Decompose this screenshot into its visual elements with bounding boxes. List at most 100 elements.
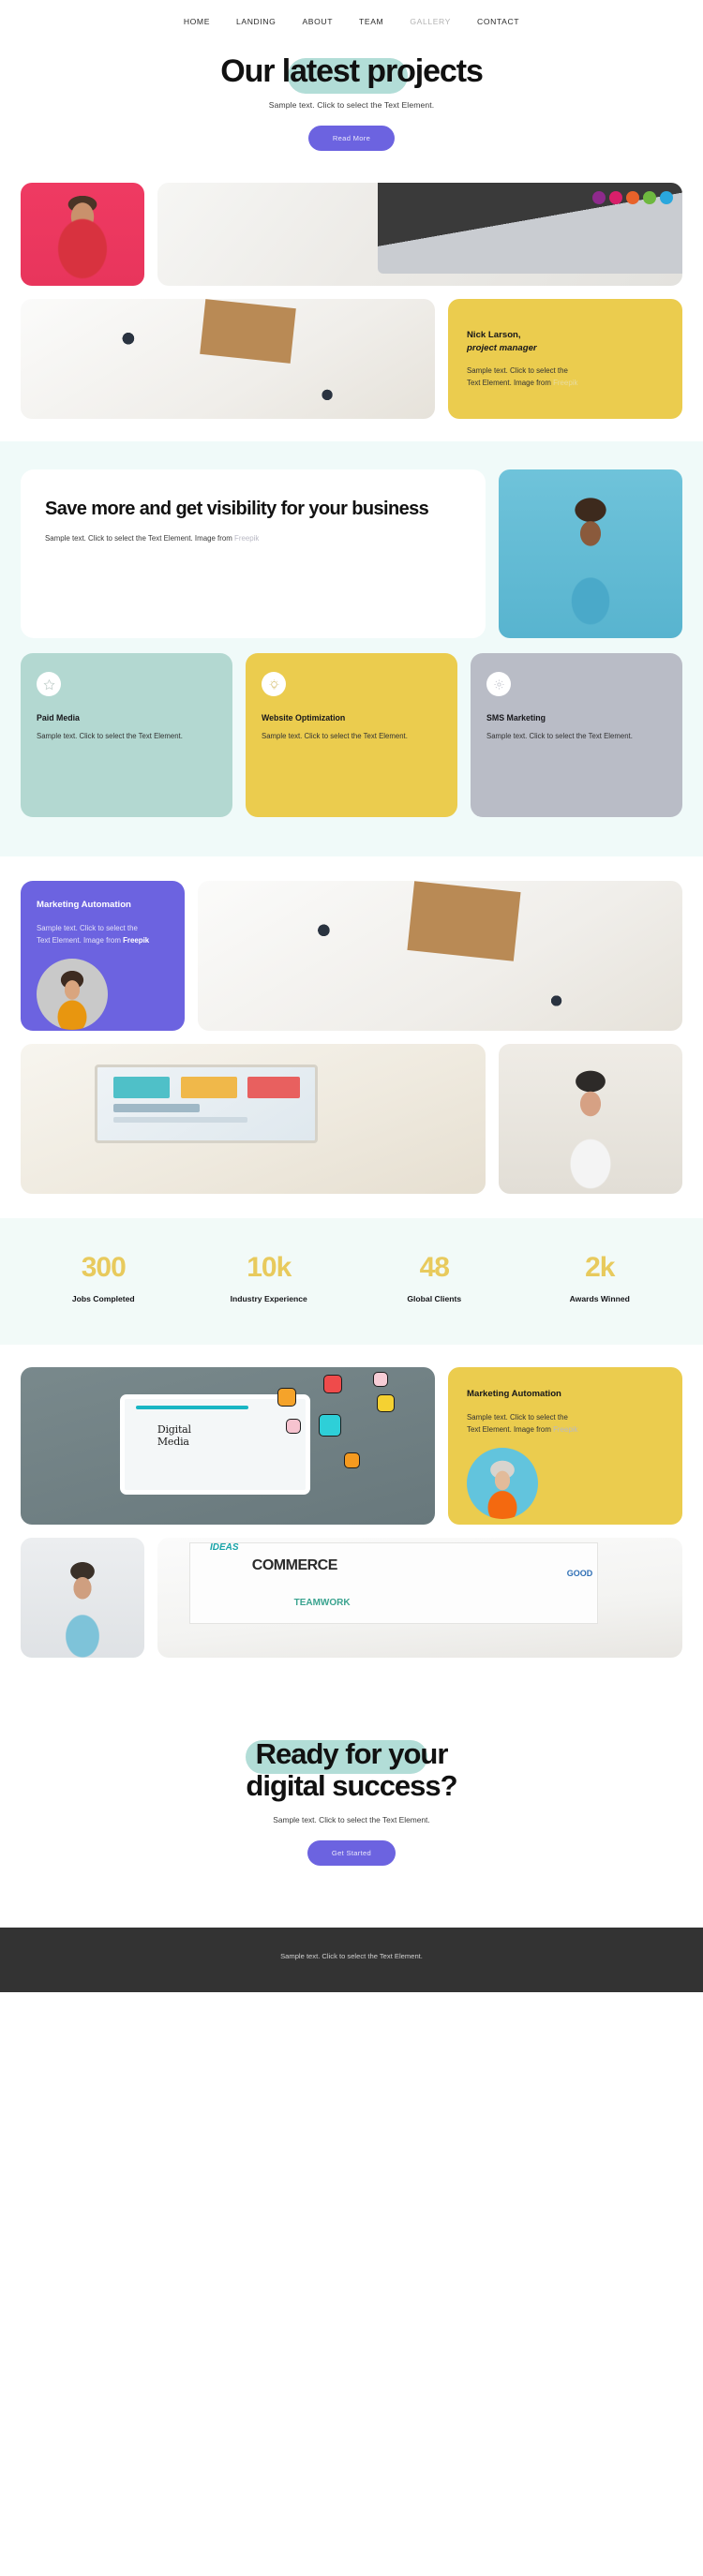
main-navigation: HOME LANDING ABOUT TEAM GALLERY CONTACT: [0, 0, 703, 43]
read-more-button[interactable]: Read More: [307, 126, 396, 152]
nav-item-team[interactable]: TEAM: [359, 17, 383, 26]
lightbulb-icon: [262, 672, 286, 697]
app-icon-pen: [285, 1419, 301, 1435]
automation-title: Marketing Automation: [37, 900, 131, 911]
automation-card-yellow[interactable]: Marketing Automation Sample text. Click …: [448, 1367, 682, 1526]
automation-image-woman[interactable]: [499, 1044, 682, 1195]
service-card-website-optimization[interactable]: Website Optimization Sample text. Click …: [246, 653, 457, 818]
stat-value: 10k: [247, 1252, 292, 1284]
stat-value: 300: [81, 1252, 127, 1284]
digital-image-whiteboard[interactable]: IDEAS COMMERCE TEAMWORK GOOD: [157, 1538, 682, 1659]
avatar: [467, 1447, 538, 1519]
tablet-caption: Digital Media: [157, 1422, 191, 1448]
service-title: Website Optimization: [262, 713, 346, 723]
save-more-title: Save more and get visibility for your bu…: [45, 499, 429, 520]
get-started-button[interactable]: Get Started: [307, 1840, 396, 1867]
app-icon-heart: [322, 1375, 342, 1394]
gallery-row-1: [21, 183, 682, 287]
kraft-folder-decor: [407, 881, 521, 961]
app-icon-lightbulb: [377, 1393, 396, 1412]
service-body: Sample text. Click to select the Text El…: [486, 732, 633, 741]
gallery-image-man-ok[interactable]: [21, 183, 144, 287]
whiteboard-word-good: GOOD: [566, 1569, 593, 1579]
stat-awards-winned: 2k Awards Winned: [517, 1252, 683, 1303]
service-title: Paid Media: [37, 713, 80, 723]
cta-subtitle: Sample text. Click to select the Text El…: [273, 1815, 430, 1825]
star-icon: [37, 672, 61, 697]
automation-title: Marketing Automation: [467, 1389, 561, 1400]
digital-media-section: Digital Media Marketing Automation Sample…: [0, 1345, 703, 1680]
digital-image-tablet[interactable]: Digital Media: [21, 1367, 435, 1526]
nav-item-gallery[interactable]: GALLERY: [410, 17, 451, 26]
stat-label: Global Clients: [407, 1294, 462, 1304]
save-more-section: Save more and get visibility for your bu…: [0, 441, 703, 857]
save-more-row: Save more and get visibility for your bu…: [21, 469, 682, 639]
stats-section: 300 Jobs Completed 10k Industry Experien…: [0, 1218, 703, 1346]
stat-label: Awards Winned: [569, 1294, 630, 1304]
nav-item-landing[interactable]: LANDING: [236, 17, 276, 26]
footer-text: Sample text. Click to select the Text El…: [280, 1952, 423, 1961]
gear-icon: [486, 672, 511, 697]
footer: Sample text. Click to select the Text El…: [0, 1928, 703, 1993]
app-icon-puzzle: [372, 1372, 388, 1388]
services-row: Paid Media Sample text. Click to select …: [21, 653, 682, 818]
whiteboard-word-teamwork: TEAMWORK: [293, 1598, 351, 1609]
stat-jobs-completed: 300 Jobs Completed: [21, 1252, 187, 1303]
profile-body: Sample text. Click to select the Text El…: [467, 366, 578, 388]
service-body: Sample text. Click to select the Text El…: [262, 732, 408, 741]
stat-industry-experience: 10k Industry Experience: [187, 1252, 352, 1303]
freepik-link[interactable]: Freepik: [123, 936, 149, 945]
save-more-image-woman[interactable]: [499, 469, 682, 639]
save-more-card: Save more and get visibility for your bu…: [21, 469, 486, 639]
automation-body: Sample text. Click to select the Text El…: [467, 1412, 578, 1434]
automation-row-2: [21, 1044, 682, 1195]
gallery-image-laptop-desk[interactable]: [157, 183, 682, 287]
stat-value: 2k: [585, 1252, 615, 1284]
freepik-link[interactable]: Freepik: [234, 534, 259, 543]
gallery-row-2: Nick Larson, project manager Sample text…: [21, 299, 682, 420]
whiteboard-decor: [188, 1542, 599, 1625]
stat-global-clients: 48 Global Clients: [352, 1252, 517, 1303]
laptop-funnel-icons: [592, 191, 673, 205]
profile-name: Nick Larson, project manager: [467, 329, 537, 353]
tablet-screen-decor: Digital Media: [120, 1393, 311, 1496]
digital-row-1: Digital Media Marketing Automation Sample…: [21, 1367, 682, 1526]
automation-row-1: Marketing Automation Sample text. Click …: [21, 881, 682, 1032]
whiteboard-word-commerce: COMMERCE: [251, 1556, 338, 1573]
stat-label: Jobs Completed: [71, 1294, 135, 1304]
service-card-paid-media[interactable]: Paid Media Sample text. Click to select …: [21, 653, 232, 818]
save-more-body: Sample text. Click to select the Text El…: [45, 534, 260, 543]
automation-image-team[interactable]: [198, 881, 682, 1032]
hero-subtitle: Sample text. Click to select the Text El…: [268, 100, 435, 111]
laptop-screen-decor: [95, 1065, 319, 1143]
avatar: [37, 958, 108, 1030]
app-icon-image: [277, 1387, 297, 1407]
app-icon-diamond: [319, 1414, 342, 1437]
cta-title: Ready for your digital success?: [246, 1737, 457, 1803]
automation-image-dashboard[interactable]: [21, 1044, 486, 1195]
automation-section: Marketing Automation Sample text. Click …: [0, 856, 703, 1218]
gallery-section: Nick Larson, project manager Sample text…: [0, 183, 703, 441]
app-icon-pencil: [343, 1452, 360, 1468]
stats-row: 300 Jobs Completed 10k Industry Experien…: [21, 1252, 682, 1303]
hero-section: Our latest projects Sample text. Click t…: [0, 43, 703, 184]
automation-card-purple[interactable]: Marketing Automation Sample text. Click …: [21, 881, 185, 1032]
cta-section: Ready for your digital success? Sample t…: [0, 1680, 703, 1928]
stat-label: Industry Experience: [230, 1294, 307, 1304]
profile-card-nick-larson[interactable]: Nick Larson, project manager Sample text…: [448, 299, 682, 420]
freepik-link[interactable]: Freepik: [553, 1425, 577, 1434]
digital-image-man[interactable]: [21, 1538, 144, 1659]
gallery-image-team-overhead[interactable]: [21, 299, 435, 420]
page-title: Our latest projects: [220, 53, 484, 89]
automation-body: Sample text. Click to select the Text El…: [37, 923, 150, 945]
nav-item-about[interactable]: ABOUT: [302, 17, 333, 26]
freepik-link[interactable]: Freepik: [553, 379, 577, 387]
kraft-folder-decor: [200, 299, 297, 364]
whiteboard-word-ideas: IDEAS: [210, 1542, 239, 1554]
nav-item-contact[interactable]: CONTACT: [477, 17, 519, 26]
digital-row-2: IDEAS COMMERCE TEAMWORK GOOD: [21, 1538, 682, 1659]
service-title: SMS Marketing: [486, 713, 546, 723]
stat-value: 48: [419, 1252, 450, 1284]
service-card-sms-marketing[interactable]: SMS Marketing Sample text. Click to sele…: [471, 653, 682, 818]
nav-item-home[interactable]: HOME: [184, 17, 210, 26]
